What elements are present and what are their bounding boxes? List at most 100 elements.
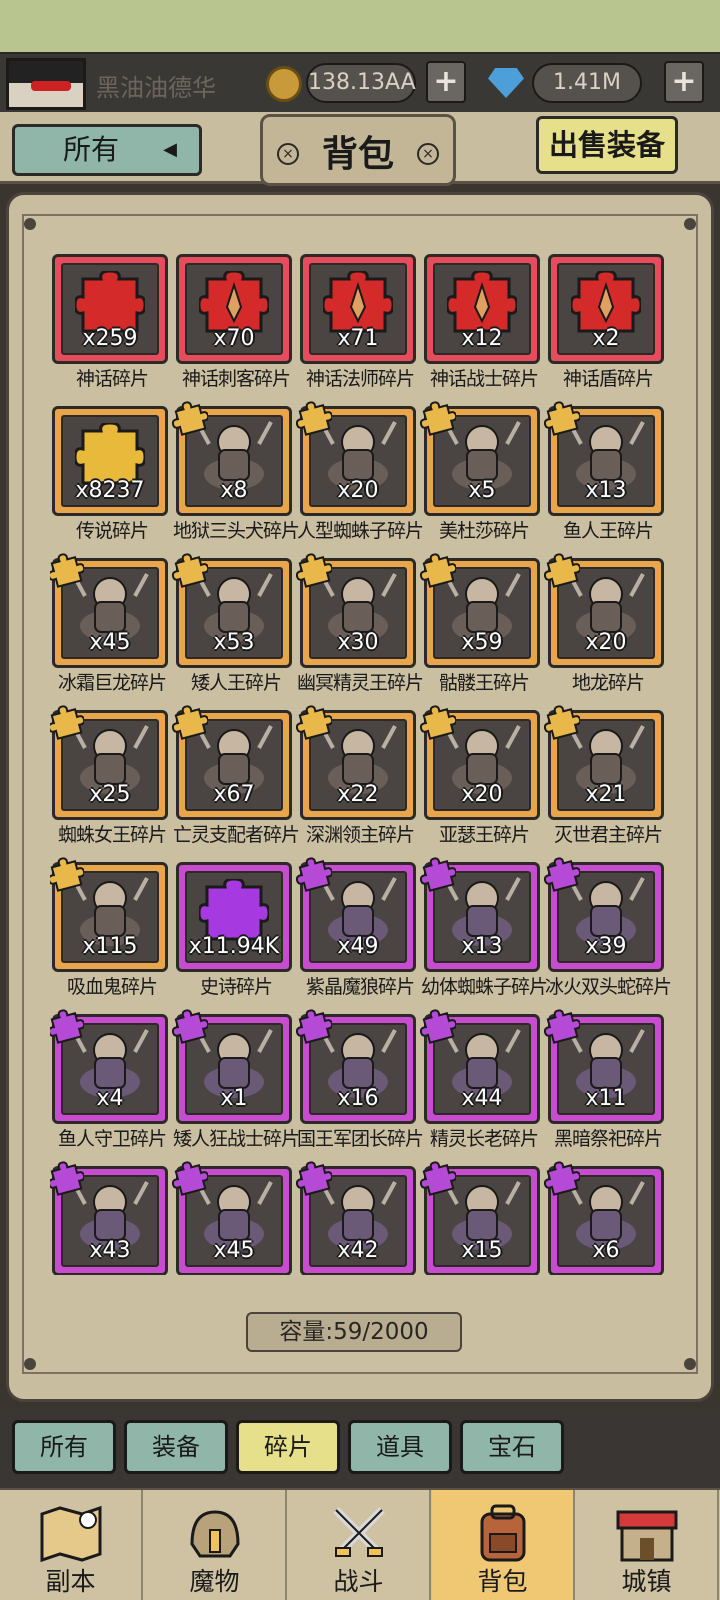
- item-frame: x8237: [52, 406, 168, 516]
- inventory-item[interactable]: x20 人型蜘蛛子碎片: [295, 401, 424, 552]
- inventory-item[interactable]: x59 骷髅王碎片: [419, 553, 546, 704]
- inventory-item[interactable]: x67 亡灵支配者碎片: [171, 704, 300, 856]
- nav-label: 城镇: [621, 1567, 672, 1596]
- puzzle-badge-icon: [419, 1008, 458, 1044]
- puzzle-badge-icon: [295, 856, 334, 892]
- sell-equipment-button[interactable]: 出售装备: [536, 116, 678, 174]
- item-slot: x12: [433, 263, 531, 355]
- puzzle-badge-icon: [295, 704, 334, 740]
- inventory-item[interactable]: x70 神话刺客碎片: [174, 250, 298, 400]
- inventory-item[interactable]: x44 精灵长老碎片: [419, 1008, 546, 1160]
- puzzle-badge-icon: [50, 856, 86, 892]
- close-icon: ×: [417, 143, 439, 165]
- item-name: 矮人狂战士碎片: [172, 1128, 300, 1150]
- tab-3[interactable]: 道具: [348, 1420, 452, 1474]
- capacity-label: 容量:59/2000: [246, 1312, 462, 1352]
- inventory-item[interactable]: x1 矮人狂战士碎片: [171, 1009, 300, 1160]
- item-name: 人型蜘蛛子碎片: [296, 520, 424, 542]
- puzzle-badge-icon: [171, 704, 210, 740]
- puzzle-badge-icon: [171, 400, 210, 436]
- inventory-item[interactable]: x39 冰火双头蛇碎片: [543, 856, 672, 1008]
- inventory-item[interactable]: x53 矮人王碎片: [171, 553, 298, 704]
- puzzle-badge-icon: [543, 552, 582, 588]
- inventory-item[interactable]: x42: [295, 1161, 422, 1275]
- inventory-item[interactable]: x25 蜘蛛女王碎片: [50, 705, 174, 856]
- inventory-item[interactable]: x20 地龙碎片: [543, 552, 670, 704]
- inventory-item[interactable]: x21 灭世君主碎片: [543, 705, 670, 856]
- inventory-item[interactable]: x49 紫晶魔狼碎片: [295, 856, 422, 1008]
- item-name: 史诗碎片: [199, 976, 273, 998]
- puzzle-badge-icon: [543, 856, 582, 892]
- puzzle-badge-icon: [171, 1160, 210, 1196]
- inventory-item[interactable]: x259 神话碎片: [50, 250, 174, 400]
- rivet-icon: [24, 1358, 36, 1370]
- inventory-item[interactable]: x4 鱼人守卫碎片: [50, 1008, 174, 1160]
- inventory-item[interactable]: x13 鱼人王碎片: [543, 400, 670, 552]
- inventory-item[interactable]: x115 吸血鬼碎片: [50, 856, 174, 1008]
- inventory-item[interactable]: x71 神话法师碎片: [298, 250, 422, 400]
- nav-item-0[interactable]: 副本: [0, 1490, 143, 1600]
- inventory-item[interactable]: x6: [543, 1161, 670, 1275]
- player-name: 黑油油德华: [96, 74, 216, 102]
- inventory-item[interactable]: x8 地狱三头犬碎片: [171, 400, 300, 552]
- nav-item-3[interactable]: 背包: [432, 1490, 575, 1600]
- inventory-item[interactable]: x45: [171, 1160, 298, 1275]
- inventory-item[interactable]: x11 黑暗祭祀碎片: [543, 1009, 670, 1160]
- caret-left-icon: ◀: [163, 139, 177, 160]
- item-name: 深渊领主碎片: [305, 824, 415, 846]
- inventory-item[interactable]: x2 神话盾碎片: [546, 250, 670, 400]
- nav-label: 副本: [45, 1567, 96, 1596]
- inventory-item[interactable]: x16 国王军团长碎片: [295, 1009, 424, 1160]
- add-diamond-button[interactable]: +: [664, 61, 704, 103]
- inventory-item[interactable]: x8237 传说碎片: [50, 402, 174, 552]
- inventory-item[interactable]: x43: [50, 1161, 174, 1275]
- item-count: x115: [82, 934, 138, 959]
- add-gold-button[interactable]: +: [426, 61, 466, 103]
- tab-0[interactable]: 所有: [12, 1420, 116, 1474]
- item-name: 地龙碎片: [571, 672, 645, 694]
- gold-coin-icon: [266, 66, 302, 102]
- nav-item-1[interactable]: 魔物: [144, 1490, 287, 1600]
- inventory-item[interactable]: x22 深渊领主碎片: [295, 704, 422, 856]
- item-count: x15: [461, 1238, 503, 1263]
- item-count: x20: [337, 478, 379, 503]
- item-name: 亡灵支配者碎片: [172, 824, 300, 846]
- item-name: 矮人王碎片: [190, 672, 282, 694]
- tab-4[interactable]: 宝石: [460, 1420, 564, 1474]
- puzzle-badge-icon: [543, 400, 582, 436]
- item-count: x5: [468, 478, 496, 503]
- bag-header: 所有 ◀ × 背包 × 出售装备: [0, 112, 720, 186]
- item-count: x13: [585, 478, 627, 503]
- rivet-icon: [24, 218, 36, 230]
- item-name: 鱼人王碎片: [562, 520, 654, 542]
- filter-dropdown[interactable]: 所有 ◀: [12, 124, 202, 176]
- puzzle-badge-icon: [419, 400, 458, 436]
- inventory-item[interactable]: x13 幼体蜘蛛子碎片: [419, 857, 548, 1008]
- inventory-item[interactable]: x5 美杜莎碎片: [419, 400, 546, 552]
- puzzle-badge-icon: [50, 552, 86, 588]
- item-count: x30: [337, 630, 379, 655]
- inventory-item[interactable]: x15: [419, 1161, 546, 1275]
- item-count: x42: [337, 1238, 379, 1263]
- item-name: 传说碎片: [75, 520, 149, 542]
- item-count: x6: [592, 1238, 620, 1263]
- item-slot: x259: [61, 263, 159, 355]
- rivet-icon: [684, 1358, 696, 1370]
- inventory-item[interactable]: x45 冰霜巨龙碎片: [50, 552, 174, 704]
- inventory-item[interactable]: x11.94K 史诗碎片: [174, 858, 298, 1008]
- item-count: x8237: [75, 478, 145, 503]
- nav-item-4[interactable]: 城镇: [576, 1490, 719, 1600]
- item-count: x20: [461, 782, 503, 807]
- avatar[interactable]: [6, 58, 86, 110]
- title-plate: × 背包 ×: [260, 114, 456, 186]
- item-count: x25: [89, 782, 131, 807]
- inventory-item[interactable]: x20 亚瑟王碎片: [419, 705, 546, 856]
- tab-2[interactable]: 碎片: [236, 1420, 340, 1474]
- inventory-item[interactable]: x30 幽冥精灵王碎片: [295, 553, 424, 704]
- puzzle-badge-icon: [50, 1008, 86, 1044]
- inventory-item[interactable]: x12 神话战士碎片: [422, 250, 546, 400]
- nav-item-2[interactable]: 战斗: [288, 1490, 431, 1600]
- tab-1[interactable]: 装备: [124, 1420, 228, 1474]
- item-slot: x11.94K: [185, 871, 283, 963]
- item-grid[interactable]: x259 神话碎片 x70 神话刺客碎片 x71 神话法师碎片 x12 神话战士碎片 x2 神话盾…: [50, 250, 680, 1275]
